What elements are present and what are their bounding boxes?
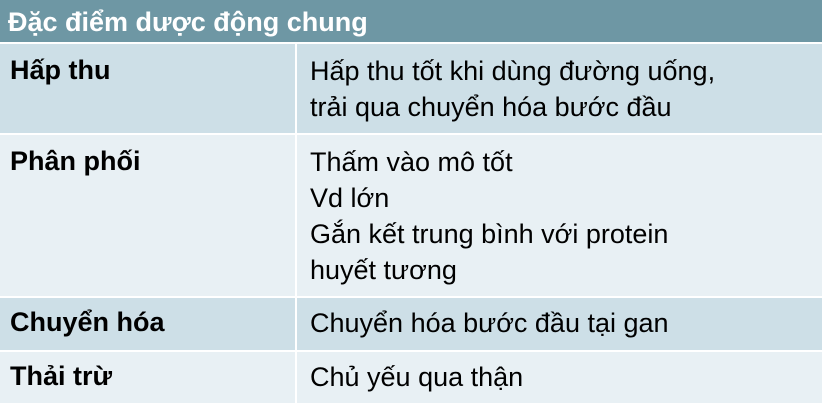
row-label: Chuyển hóa: [0, 298, 297, 350]
description-line: Hấp thu tốt khi dùng đường uống,: [310, 56, 716, 86]
pharmacokinetics-table: Đặc điểm dược động chung Hấp thu Hấp thu…: [0, 0, 822, 403]
description-line: Gắn kết trung bình với protein: [310, 219, 669, 249]
description-line: trải qua chuyển hóa bước đầu: [310, 92, 672, 122]
table-row: Hấp thu Hấp thu tốt khi dùng đường uống,…: [0, 44, 822, 135]
row-description: Chuyển hóa bước đầu tại gan: [297, 298, 822, 350]
description-line: Vd lớn: [310, 183, 390, 213]
table-title: Đặc điểm dược động chung: [0, 0, 822, 44]
row-description: Thấm vào mô tốt Vd lớn Gắn kết trung bìn…: [297, 135, 822, 296]
table-row: Phân phối Thấm vào mô tốt Vd lớn Gắn kết…: [0, 135, 822, 298]
description-line: Chủ yếu qua thận: [310, 362, 524, 392]
row-label: Phân phối: [0, 135, 297, 296]
description-line: huyết tương: [310, 255, 457, 285]
row-description: Hấp thu tốt khi dùng đường uống, trải qu…: [297, 44, 822, 133]
description-line: Thấm vào mô tốt: [310, 147, 513, 177]
row-label: Thải trừ: [0, 352, 297, 403]
row-description: Chủ yếu qua thận: [297, 352, 822, 403]
description-line: Chuyển hóa bước đầu tại gan: [310, 308, 669, 338]
table-row: Chuyển hóa Chuyển hóa bước đầu tại gan: [0, 298, 822, 352]
row-label: Hấp thu: [0, 44, 297, 133]
table-row: Thải trừ Chủ yếu qua thận: [0, 352, 822, 403]
